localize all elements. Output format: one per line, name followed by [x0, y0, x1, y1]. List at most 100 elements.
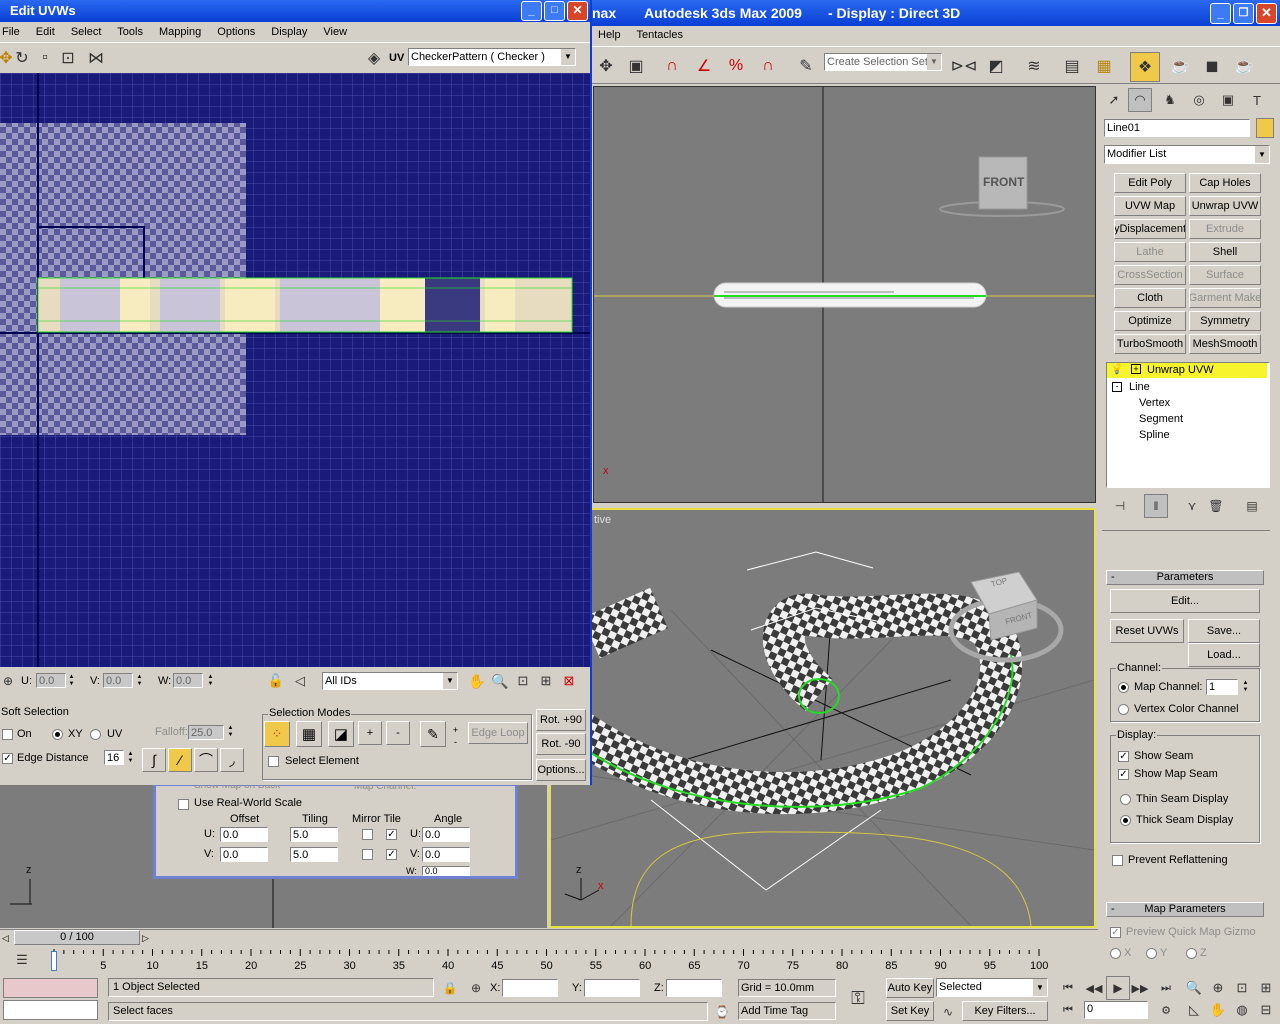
stack-segment-label[interactable]: Segment [1139, 412, 1183, 426]
modifier-button-garment-make[interactable]: Garment Make [1189, 288, 1261, 308]
uvw-menu-edit[interactable]: Edit [36, 26, 55, 38]
front-viewcube[interactable]: FRONT [983, 175, 1024, 189]
grow-selection-button[interactable]: + [358, 721, 382, 745]
v-angle-field[interactable]: 0.0 [422, 847, 470, 862]
uv-editor-canvas[interactable] [0, 73, 590, 667]
snap-3-icon[interactable]: ∩ [660, 54, 684, 78]
maxscript-listener-bottom[interactable] [3, 1000, 98, 1020]
mirror-icon[interactable]: ⊳⊲ [951, 54, 978, 78]
edge-distance-field[interactable]: 16 [104, 750, 124, 765]
preview-gizmo-checkbox[interactable]: ✓ [1110, 927, 1121, 938]
w-spinner[interactable]: ▲ ▼ [206, 674, 215, 688]
nav-zoom-icon[interactable]: 🔍 [1182, 976, 1206, 1000]
y-coord-field[interactable] [584, 979, 640, 997]
hierarchy-tab-icon[interactable]: ♞ [1158, 88, 1182, 112]
u-tile-checkbox[interactable]: ✓ [386, 829, 397, 840]
paint-size-spinner[interactable]: + - [451, 724, 460, 748]
minimize-button[interactable]: _ [1210, 3, 1231, 24]
uvw-mirror-icon[interactable]: ⋈ [84, 46, 108, 70]
edge-distance-checkbox[interactable]: ✓ [2, 753, 13, 764]
time-slider-thumb[interactable]: 0 / 100 [14, 930, 140, 945]
u-tiling-field[interactable]: 5.0 [290, 827, 338, 842]
falloff-fast-button[interactable]: ◞ [220, 748, 244, 772]
key-filters-button[interactable]: Key Filters... [962, 1001, 1048, 1021]
zoom-region-icon[interactable]: ⊡ [511, 669, 535, 693]
prevent-reflattening-checkbox[interactable] [1112, 855, 1123, 866]
modifier-button-lathe[interactable]: Lathe [1114, 242, 1186, 262]
mini-curve-editor-icon[interactable]: ☰ [10, 948, 34, 972]
paint-select-icon[interactable]: ◁ [288, 669, 312, 693]
configure-sets-icon[interactable]: ▤ [1240, 494, 1264, 518]
expand-plus-icon[interactable]: + [1131, 364, 1141, 374]
rot-plus-90-button[interactable]: Rot. +90 [536, 709, 586, 731]
z-coord-field[interactable] [666, 979, 722, 997]
uvw-menu-select[interactable]: Select [71, 26, 102, 38]
u-spinner[interactable]: ▲ ▼ [67, 674, 76, 688]
align-icon[interactable]: ◩ [984, 54, 1008, 78]
v-spinner[interactable]: ▲ ▼ [135, 674, 144, 688]
collapse-minus-icon[interactable]: - [1112, 382, 1122, 392]
modifier-button-optimize[interactable]: Optimize [1114, 311, 1186, 331]
uvw-minimize-button[interactable]: _ [521, 1, 542, 21]
percent-snap-icon[interactable]: % [724, 54, 748, 78]
maxscript-listener-top[interactable] [3, 978, 98, 998]
parameters-header[interactable]: Parameters - [1106, 570, 1264, 585]
lock-selection-icon[interactable]: 🔓 [264, 669, 288, 693]
nav-zoom-extents-all-icon[interactable]: ⊞ [1254, 976, 1278, 1000]
modifier-button-extrude[interactable]: Extrude [1189, 219, 1261, 239]
uv-radio[interactable] [90, 729, 101, 740]
map-dropdown[interactable]: CheckerPattern ( Checker ) ▼ [408, 48, 576, 66]
modifier-button-surface[interactable]: Surface [1189, 265, 1261, 285]
create-tab-icon[interactable]: ➚ [1102, 88, 1126, 112]
modifier-button-uvw-map[interactable]: UVW Map [1114, 196, 1186, 216]
key-mode-toggle-icon[interactable]: ⏮ [1056, 998, 1080, 1022]
add-time-tag-field[interactable]: Add Time Tag [738, 1002, 836, 1020]
falloff-field[interactable]: 25.0 [188, 725, 224, 740]
uvw-maximize-button[interactable]: □ [544, 1, 565, 21]
front-viewport[interactable]: FRONT x [593, 86, 1096, 503]
zoom-icon[interactable]: 🔍 [488, 669, 512, 693]
x-axis-radio[interactable] [1110, 948, 1121, 959]
thin-seam-radio[interactable] [1120, 794, 1131, 805]
modifier-button-shell[interactable]: Shell [1189, 242, 1261, 262]
vertex-mode-button[interactable]: ⁘ [264, 721, 290, 747]
uvw-menu-tools[interactable]: Tools [117, 26, 143, 38]
uvw-menu-file[interactable]: File [2, 26, 20, 38]
edge-loop-button[interactable]: Edge Loop [468, 722, 528, 744]
show-seam-checkbox[interactable]: ✓ [1118, 751, 1129, 762]
falloff-slow-button[interactable]: ⌒ [194, 748, 218, 772]
key-mode-icon[interactable]: ∿ [936, 1000, 960, 1024]
uvw-freeform-icon[interactable]: ⊡ [56, 46, 80, 70]
named-selection-icon[interactable]: ✎ [794, 54, 818, 78]
stack-vertex-label[interactable]: Vertex [1139, 396, 1170, 410]
save-button[interactable]: Save... [1188, 619, 1260, 643]
vertex-color-radio[interactable] [1118, 704, 1129, 715]
map-channel-spinner[interactable]: ▲ ▼ [1241, 680, 1250, 694]
next-key-icon[interactable]: ▶▶ [1128, 976, 1152, 1000]
time-slider[interactable]: ◁ 0 / 100 ▷ [0, 929, 1098, 945]
perspective-label[interactable]: tive [594, 514, 611, 526]
modifier-button-unwrap-uvw[interactable]: Unwrap UVW [1189, 196, 1261, 216]
motion-tab-icon[interactable]: ◎ [1187, 88, 1211, 112]
close-button[interactable]: ✕ [1256, 3, 1277, 24]
object-name-field[interactable]: Line01 [1104, 119, 1250, 137]
falloff-linear-button[interactable]: ⁄ [168, 748, 192, 772]
modify-tab-icon[interactable]: ◠ [1128, 88, 1152, 112]
modifier-list-dropdown[interactable]: Modifier List ▼ [1104, 145, 1270, 164]
falloff-spinner[interactable]: ▲ ▼ [226, 725, 235, 739]
menu-help[interactable]: Help [598, 29, 621, 41]
stack-item-unwrap[interactable]: 💡 + Unwrap UVW [1107, 363, 1267, 378]
use-real-world-checkbox[interactable] [178, 799, 189, 810]
track-bar[interactable]: ☰ 05101520253035404550556065707580859095… [0, 946, 1098, 976]
u-angle-field[interactable]: 0.0 [422, 827, 470, 842]
u-mirror-checkbox[interactable] [362, 829, 373, 840]
z-axis-radio[interactable] [1186, 948, 1197, 959]
modifier-button-cap-holes[interactable]: Cap Holes [1189, 173, 1261, 193]
selection-filter-dropdown[interactable]: Selected ▼ [936, 978, 1048, 997]
snap-icon[interactable]: ⊠ [557, 669, 581, 693]
reset-uvws-button[interactable]: Reset UVWs [1110, 619, 1184, 643]
goto-end-icon[interactable]: ⏭ [1154, 976, 1178, 1000]
uvw-show-map-icon[interactable]: ◈ [362, 46, 386, 70]
play-icon[interactable]: ▶ [1106, 976, 1130, 1000]
options-button[interactable]: Options... [536, 759, 586, 781]
